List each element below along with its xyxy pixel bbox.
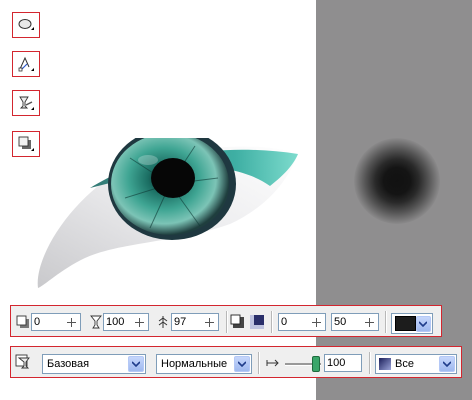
separator bbox=[385, 311, 387, 333]
shadow-color-picker[interactable] bbox=[391, 313, 433, 334]
ellipse-tool-icon bbox=[18, 19, 34, 30]
blurred-shadow-shape bbox=[354, 138, 440, 224]
separator bbox=[369, 352, 371, 374]
opacity-type-select[interactable]: Базовая bbox=[42, 354, 146, 374]
spinner-icon[interactable] bbox=[361, 314, 378, 330]
eye-illustration bbox=[37, 138, 298, 288]
pen-tool-button[interactable] bbox=[12, 51, 40, 77]
pen-tool-icon bbox=[18, 56, 34, 72]
channel-icon bbox=[379, 358, 391, 370]
shadow-properties-toolbar: 0 100 97 0 50 bbox=[10, 305, 442, 337]
merge-mode-select[interactable]: Нормальные bbox=[156, 354, 252, 374]
spinner-icon[interactable] bbox=[131, 314, 148, 330]
separator bbox=[271, 311, 273, 333]
feather-direction-icon[interactable] bbox=[230, 314, 246, 330]
opacity-field[interactable]: 100 bbox=[103, 313, 149, 331]
edit-transparency-icon[interactable] bbox=[15, 354, 31, 370]
chevron-down-icon[interactable] bbox=[415, 315, 431, 332]
x-offset-field[interactable]: 0 bbox=[278, 313, 326, 331]
y-offset-field[interactable]: 50 bbox=[331, 313, 379, 331]
color-swatch bbox=[395, 316, 416, 331]
fade-arrow-icon bbox=[265, 355, 281, 371]
separator bbox=[258, 352, 260, 374]
channel-select[interactable]: Все bbox=[375, 354, 457, 374]
separator bbox=[226, 311, 228, 333]
fade-slider-thumb[interactable] bbox=[312, 356, 320, 372]
transparency-tool-button[interactable] bbox=[12, 90, 40, 116]
chevron-down-icon[interactable] bbox=[128, 356, 144, 372]
transparency-properties-toolbar: Базовая Нормальные 100 Все bbox=[10, 346, 462, 378]
ellipse-tool-button[interactable] bbox=[12, 12, 40, 38]
spinner-icon[interactable] bbox=[63, 314, 80, 330]
chevron-down-icon[interactable] bbox=[234, 356, 250, 372]
transparency-tool-icon bbox=[19, 96, 34, 110]
opacity-goblet-icon bbox=[88, 314, 104, 330]
offset-icon bbox=[15, 314, 31, 330]
offset-field[interactable]: 0 bbox=[31, 313, 81, 331]
feather-icon bbox=[155, 314, 171, 330]
chevron-down-icon[interactable] bbox=[439, 356, 455, 372]
feather-field[interactable]: 97 bbox=[171, 313, 219, 331]
spinner-icon[interactable] bbox=[308, 314, 325, 330]
fade-value-field[interactable]: 100 bbox=[324, 354, 362, 372]
spinner-icon[interactable] bbox=[201, 314, 218, 330]
feather-edges-icon[interactable] bbox=[249, 314, 265, 330]
